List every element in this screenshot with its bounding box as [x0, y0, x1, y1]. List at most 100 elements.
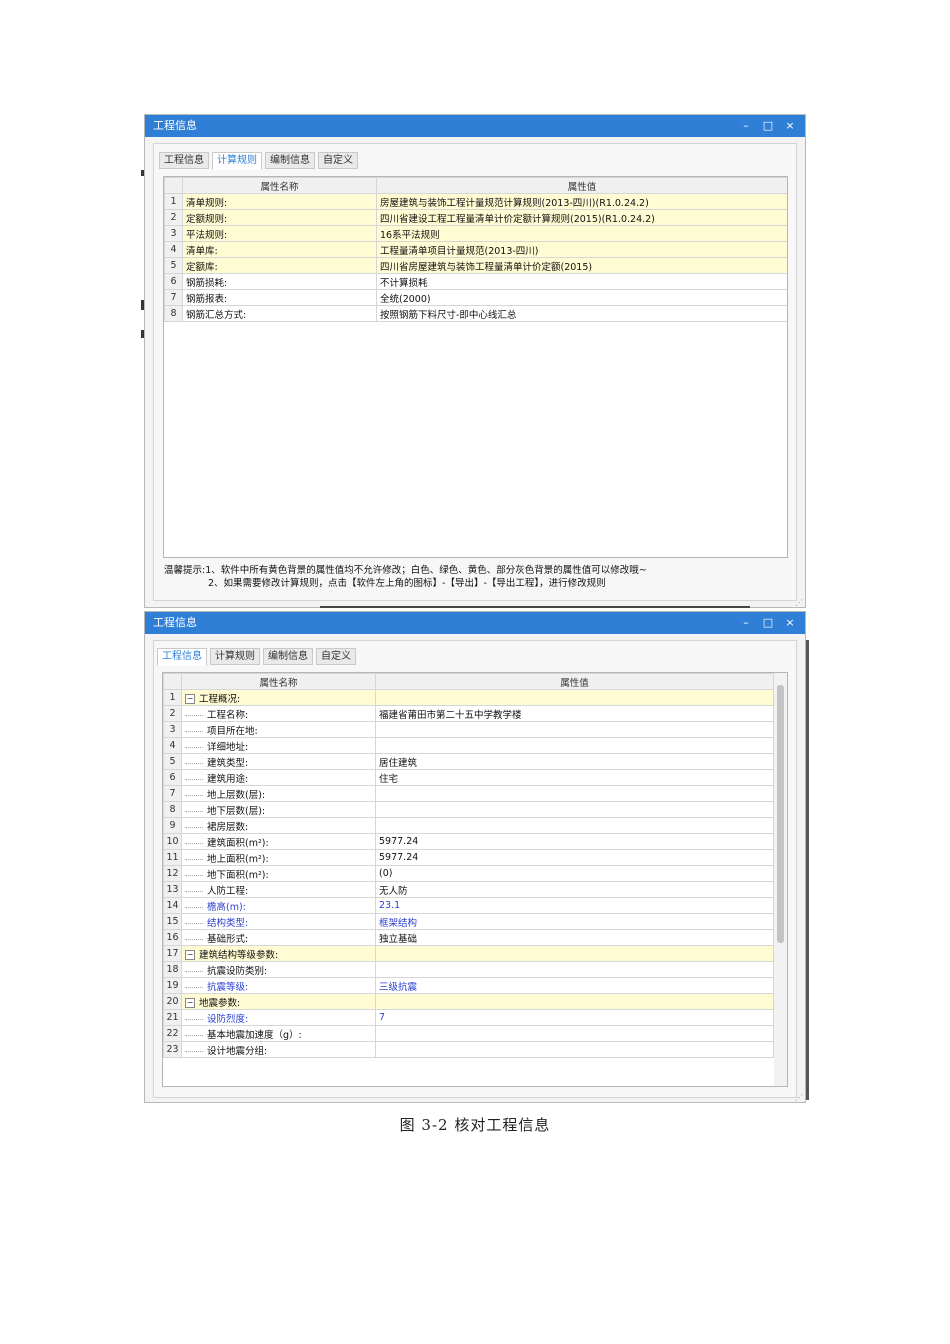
property-value-cell[interactable]: 23.1 [375, 897, 774, 914]
tab-project-info[interactable]: 工程信息 [157, 648, 207, 666]
property-value-cell[interactable] [375, 1025, 774, 1042]
table-row[interactable]: 8 地下层数(层): [163, 801, 774, 818]
tree-connector [185, 922, 203, 924]
table-row[interactable]: 18 抗震设防类别: [163, 961, 774, 978]
table-row[interactable]: 15 结构类型: 框架结构 [163, 913, 774, 930]
table-row[interactable]: 12 地下面积(m²): (0) [163, 865, 774, 882]
tab-calc-rules[interactable]: 计算规则 [212, 152, 262, 170]
table-row[interactable]: 10 建筑面积(m²): 5977.24 [163, 833, 774, 850]
property-value-cell[interactable]: 四川省建设工程工程量清单计价定额计算规则(2015)(R1.0.24.2) [376, 209, 787, 226]
property-value-cell[interactable] [375, 1041, 774, 1058]
table-row[interactable]: 8 钢筋汇总方式: 按照钢筋下料尺寸-即中心线汇总 [164, 305, 787, 322]
table-row[interactable]: 1 清单规则: 房屋建筑与装饰工程计量规范计算规则(2013-四川)(R1.0.24… [164, 193, 787, 210]
property-value-cell[interactable]: 全统(2000) [376, 289, 787, 306]
property-value-cell[interactable]: 按照钢筋下料尺寸-即中心线汇总 [376, 305, 787, 322]
property-name-cell: 结构类型: [181, 913, 376, 930]
tree-connector [185, 746, 203, 748]
tab-custom[interactable]: 自定义 [316, 648, 356, 665]
tab-calc-rules[interactable]: 计算规则 [210, 648, 260, 665]
property-value-cell[interactable]: 居住建筑 [375, 753, 774, 770]
row-number: 2 [163, 705, 182, 722]
table-row[interactable]: 22 基本地震加速度（g）: [163, 1025, 774, 1042]
property-value-cell[interactable]: 框架结构 [375, 913, 774, 930]
property-value-cell[interactable]: 三级抗震 [375, 977, 774, 994]
table-row[interactable]: 5 建筑类型: 居住建筑 [163, 753, 774, 770]
table-row[interactable]: 11 地上面积(m²): 5977.24 [163, 849, 774, 866]
property-name-cell: 设防烈度: [181, 1009, 376, 1026]
table-row[interactable]: 5 定额库: 四川省房屋建筑与装饰工程量清单计价定额(2015) [164, 257, 787, 274]
maximize-icon[interactable]: □ [757, 115, 779, 137]
property-value-cell[interactable] [375, 817, 774, 834]
tab-custom[interactable]: 自定义 [318, 152, 358, 169]
table-row[interactable]: 6 建筑用途: 住宅 [163, 769, 774, 786]
col-header-value[interactable]: 属性值 [375, 673, 774, 690]
table-row[interactable]: 1− 工程概况: [163, 689, 774, 706]
row-number: 5 [164, 257, 183, 274]
maximize-icon[interactable]: □ [757, 612, 779, 634]
table-row[interactable]: 21 设防烈度: 7 [163, 1009, 774, 1026]
property-value-cell[interactable]: 不计算损耗 [376, 273, 787, 290]
tab-compile-info[interactable]: 编制信息 [265, 152, 315, 169]
table-row[interactable]: 4 清单库: 工程量清单项目计量规范(2013-四川) [164, 241, 787, 258]
table-row[interactable]: 13 人防工程: 无人防 [163, 881, 774, 898]
close-icon[interactable]: × [779, 612, 801, 634]
window-titlebar[interactable]: 工程信息 – □ × [145, 612, 805, 634]
property-name: 地上面积(m²): [207, 853, 269, 865]
collapse-icon[interactable]: − [185, 950, 195, 960]
table-row[interactable]: 16 基础形式: 独立基础 [163, 929, 774, 946]
property-value-cell[interactable] [375, 945, 774, 962]
vertical-scrollbar[interactable] [774, 673, 787, 1086]
property-value-cell[interactable]: 工程量清单项目计量规范(2013-四川) [376, 241, 787, 258]
table-row[interactable]: 9 裙房层数: [163, 817, 774, 834]
property-value-cell[interactable] [375, 961, 774, 978]
resize-grip-icon[interactable]: ⋰ [795, 1093, 803, 1102]
property-name: 地上层数(层): [207, 789, 266, 801]
table-row[interactable]: 17− 建筑结构等级参数: [163, 945, 774, 962]
minimize-icon[interactable]: – [735, 612, 757, 634]
table-row[interactable]: 7 地上层数(层): [163, 785, 774, 802]
property-value-cell[interactable] [375, 993, 774, 1010]
collapse-icon[interactable]: − [185, 694, 195, 704]
property-value-cell[interactable]: 16系平法规则 [376, 225, 787, 242]
table-row[interactable]: 19 抗震等级: 三级抗震 [163, 977, 774, 994]
property-value-cell[interactable]: 福建省莆田市第二十五中学教学楼 [375, 705, 774, 722]
property-value-cell[interactable] [375, 801, 774, 818]
col-header-value[interactable]: 属性值 [376, 177, 787, 194]
table-row[interactable]: 2 工程名称: 福建省莆田市第二十五中学教学楼 [163, 705, 774, 722]
table-row[interactable]: 6 钢筋损耗: 不计算损耗 [164, 273, 787, 290]
tab-compile-info[interactable]: 编制信息 [263, 648, 313, 665]
property-value-cell[interactable]: 5977.24 [375, 849, 774, 866]
property-value-cell[interactable]: 四川省房屋建筑与装饰工程量清单计价定额(2015) [376, 257, 787, 274]
table-row[interactable]: 3 项目所在地: [163, 721, 774, 738]
close-icon[interactable]: × [779, 115, 801, 137]
resize-grip-icon[interactable]: ⋰ [795, 598, 803, 607]
property-value-cell[interactable]: 独立基础 [375, 929, 774, 946]
table-row[interactable]: 14 檐高(m): 23.1 [163, 897, 774, 914]
property-value-cell[interactable] [375, 689, 774, 706]
col-header-name[interactable]: 属性名称 [182, 177, 377, 194]
property-value-cell[interactable] [375, 737, 774, 754]
property-value-cell[interactable]: 5977.24 [375, 833, 774, 850]
table-row[interactable]: 7 钢筋报表: 全统(2000) [164, 289, 787, 306]
table-row[interactable]: 2 定额规则: 四川省建设工程工程量清单计价定额计算规则(2015)(R1.0.24… [164, 209, 787, 226]
table-row[interactable]: 20− 地震参数: [163, 993, 774, 1010]
property-value-cell[interactable]: (0) [375, 865, 774, 882]
property-value-cell[interactable]: 7 [375, 1009, 774, 1026]
window-titlebar[interactable]: 工程信息 – □ × [145, 115, 805, 137]
property-value-cell[interactable]: 无人防 [375, 881, 774, 898]
scrollbar-thumb[interactable] [777, 685, 784, 943]
table-row[interactable]: 23 设计地震分组: [163, 1041, 774, 1058]
collapse-icon[interactable]: − [185, 998, 195, 1008]
property-value-cell[interactable]: 房屋建筑与装饰工程计量规范计算规则(2013-四川)(R1.0.24.2) [376, 193, 787, 210]
tab-project-info[interactable]: 工程信息 [159, 152, 209, 169]
minimize-icon[interactable]: – [735, 115, 757, 137]
table-header: 属性名称 属性值 [163, 673, 774, 690]
table-row[interactable]: 3 平法规则: 16系平法规则 [164, 225, 787, 242]
col-header-name[interactable]: 属性名称 [181, 673, 376, 690]
table-row[interactable]: 4 详细地址: [163, 737, 774, 754]
property-value-cell[interactable] [375, 721, 774, 738]
row-number: 7 [163, 785, 182, 802]
property-value-cell[interactable]: 住宅 [375, 769, 774, 786]
property-value-cell[interactable] [375, 785, 774, 802]
property-name: 裙房层数: [207, 821, 249, 833]
